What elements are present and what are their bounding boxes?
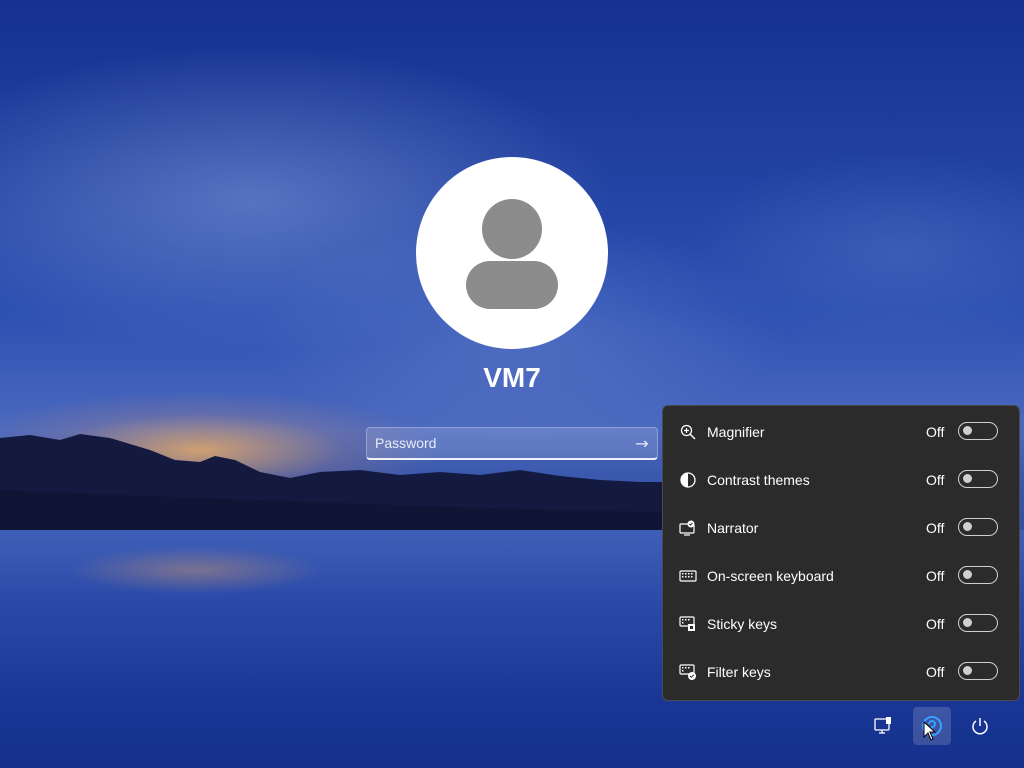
on-screen-keyboard-toggle[interactable] [958, 566, 998, 584]
magnifier-label: Magnifier [707, 424, 765, 440]
submit-arrow-icon[interactable]: → [627, 428, 657, 458]
power-icon [972, 718, 988, 735]
filter-keys-state: Off [926, 664, 945, 680]
contrast-themes-toggle[interactable] [958, 470, 998, 488]
magnifier-state: Off [926, 424, 945, 440]
accessibility-item-contrast-themes[interactable]: Contrast themes Off [663, 456, 1019, 504]
sticky-keys-icon [679, 615, 697, 633]
mouse-cursor-icon [923, 721, 937, 741]
filter-keys-icon [679, 663, 697, 681]
accessibility-item-narrator[interactable]: Narrator Off [663, 504, 1019, 552]
on-screen-keyboard-state: Off [926, 568, 945, 584]
user-avatar [416, 157, 608, 349]
sticky-keys-toggle[interactable] [958, 614, 998, 632]
accessibility-item-sticky-keys[interactable]: Sticky keys Off [663, 600, 1019, 648]
narrator-state: Off [926, 520, 945, 536]
filter-keys-toggle[interactable] [958, 662, 998, 680]
magnifier-icon [679, 423, 697, 441]
contrast-themes-state: Off [926, 472, 945, 488]
contrast-themes-label: Contrast themes [707, 472, 810, 488]
narrator-icon [679, 519, 697, 537]
password-input[interactable] [367, 434, 627, 452]
user-name: VM7 [483, 362, 541, 393]
network-icon [874, 717, 891, 734]
accessibility-item-magnifier[interactable]: Magnifier Off [663, 408, 1019, 456]
narrator-label: Narrator [707, 520, 759, 536]
contrast-icon [679, 471, 697, 489]
accessibility-item-on-screen-keyboard[interactable]: On-screen keyboard Off [663, 552, 1019, 600]
power-button[interactable] [961, 707, 999, 745]
sticky-keys-state: Off [926, 616, 945, 632]
network-button[interactable] [864, 707, 902, 745]
user-silhouette-icon [466, 199, 558, 309]
magnifier-toggle[interactable] [958, 422, 998, 440]
filter-keys-label: Filter keys [707, 664, 771, 680]
on-screen-keyboard-label: On-screen keyboard [707, 568, 834, 584]
accessibility-item-filter-keys[interactable]: Filter keys Off [663, 648, 1019, 696]
narrator-toggle[interactable] [958, 518, 998, 536]
keyboard-icon [679, 567, 697, 585]
sticky-keys-label: Sticky keys [707, 616, 778, 632]
accessibility-flyout: Magnifier Off Contrast themes Off Narrat… [662, 405, 1020, 701]
password-box[interactable]: → [366, 427, 658, 460]
